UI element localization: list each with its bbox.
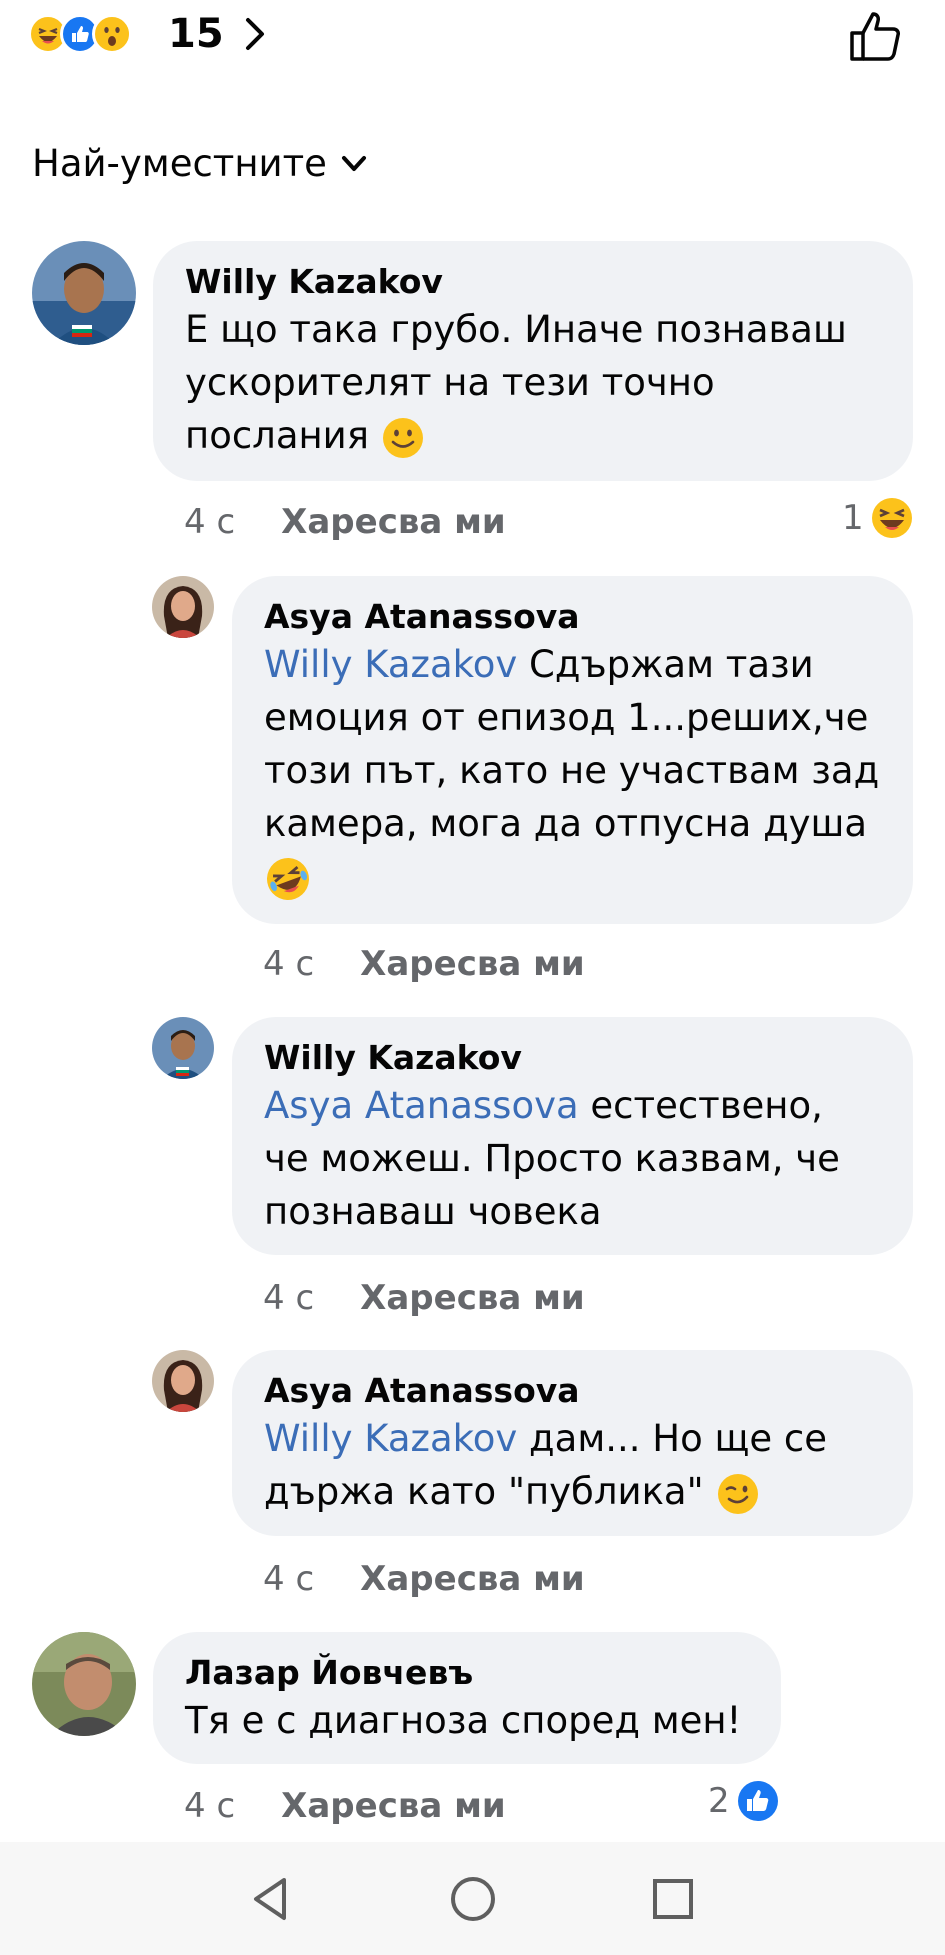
comment-author[interactable]: Лазар Йовчевъ xyxy=(185,1652,749,1694)
comment-actions: 4 с Харесва ми xyxy=(184,500,506,544)
slight-smile-emoji xyxy=(382,417,423,458)
chevron-right-icon[interactable] xyxy=(240,12,270,56)
avatar[interactable] xyxy=(152,1017,214,1079)
comment-actions: 4 с Харесва ми xyxy=(263,1557,585,1601)
rofl-emoji xyxy=(267,857,309,900)
mention-link[interactable]: Willy Kazakov xyxy=(264,1417,517,1460)
comment-time[interactable]: 4 с xyxy=(263,942,314,986)
comment-reactions[interactable]: 2 xyxy=(708,1779,780,1823)
comment-bubble: Willy Kazakov Asya Atanassova естествено… xyxy=(232,1017,913,1255)
comment-author[interactable]: Asya Atanassova xyxy=(264,596,881,638)
avatar[interactable] xyxy=(152,1350,214,1412)
comment-text: Willy Kazakov Сдържам тази емоция от епи… xyxy=(264,638,881,903)
avatar[interactable] xyxy=(32,241,136,345)
comment-bubble: Asya Atanassova Willy Kazakov Сдържам та… xyxy=(232,576,913,924)
back-icon[interactable] xyxy=(244,1872,298,1926)
reaction-count[interactable]: 15 xyxy=(168,12,224,56)
comment-actions: 4 с Харесва ми xyxy=(263,942,585,986)
comment-text: Е що така грубо. Иначе познаваш ускорите… xyxy=(185,303,881,462)
comment-bubble: Asya Atanassova Willy Kazakov дам... Но … xyxy=(232,1350,913,1536)
avatar[interactable] xyxy=(152,576,214,638)
sort-label: Най-уместните xyxy=(32,142,327,185)
chevron-down-icon xyxy=(341,156,366,171)
comment-text: Asya Atanassova естествено, че можеш. Пр… xyxy=(264,1084,840,1233)
comment-time[interactable]: 4 с xyxy=(184,1784,235,1828)
comment-actions: 4 с Харесва ми xyxy=(184,1784,506,1828)
comment-time[interactable]: 4 с xyxy=(263,1557,314,1601)
wow-emoji xyxy=(92,14,132,54)
like-icon xyxy=(737,1781,778,1821)
reaction-count: 2 xyxy=(708,1781,730,1821)
like-button[interactable]: Харесва ми xyxy=(360,1276,585,1320)
comment-author[interactable]: Willy Kazakov xyxy=(185,261,881,303)
comment-time[interactable]: 4 с xyxy=(263,1276,314,1320)
sort-dropdown[interactable]: Най-уместните xyxy=(32,140,367,188)
recents-icon[interactable] xyxy=(646,1872,700,1926)
mention-link[interactable]: Willy Kazakov xyxy=(264,643,517,686)
wink-emoji xyxy=(718,1473,759,1514)
comment-actions: 4 с Харесва ми xyxy=(263,1276,585,1320)
like-button[interactable]: Харесва ми xyxy=(281,500,506,544)
reactions-bar: 15 xyxy=(0,0,945,80)
comment-author[interactable]: Willy Kazakov xyxy=(264,1037,881,1079)
comment-text: Тя е с диагноза според мен! xyxy=(185,1699,742,1742)
avatar[interactable] xyxy=(32,1632,136,1736)
home-icon[interactable] xyxy=(446,1872,500,1926)
thumbs-up-icon[interactable] xyxy=(846,6,906,66)
system-navigation-bar xyxy=(0,1842,945,1955)
like-button[interactable]: Харесва ми xyxy=(360,1557,585,1601)
reaction-count: 1 xyxy=(842,498,864,538)
reaction-summary[interactable] xyxy=(28,12,132,56)
laugh-emoji xyxy=(871,498,912,538)
comment-bubble: Лазар Йовчевъ Тя е с диагноза според мен… xyxy=(153,1632,781,1764)
comment-time[interactable]: 4 с xyxy=(184,500,235,544)
comment-reactions[interactable]: 1 xyxy=(842,496,914,540)
like-button[interactable]: Харесва ми xyxy=(360,942,585,986)
mention-link[interactable]: Asya Atanassova xyxy=(264,1084,579,1127)
like-button[interactable]: Харесва ми xyxy=(281,1784,506,1828)
comment-bubble: Willy Kazakov Е що така грубо. Иначе поз… xyxy=(153,241,913,481)
comment-author[interactable]: Asya Atanassova xyxy=(264,1370,881,1412)
comment-text: Willy Kazakov дам... Но ще се държа като… xyxy=(264,1412,881,1518)
